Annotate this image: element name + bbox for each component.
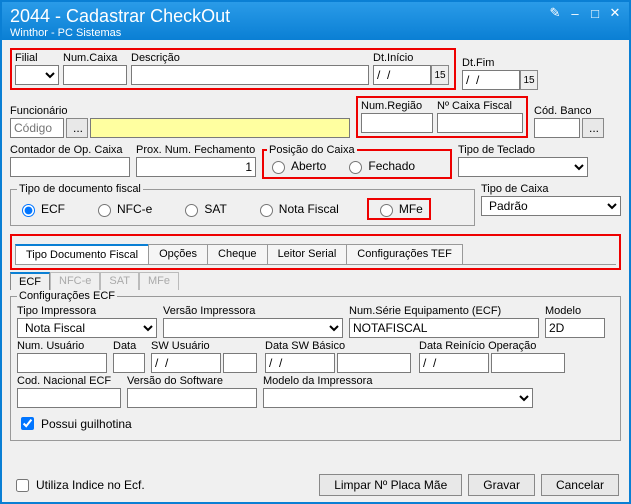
numcaixa-input[interactable]	[63, 65, 127, 85]
window-subtitle: Winthor - PC Sistemas	[10, 27, 621, 39]
codbanco-input[interactable]	[534, 118, 580, 138]
numcaixafiscal-label: Nº Caixa Fiscal	[437, 100, 523, 112]
cancelar-button[interactable]: Cancelar	[541, 474, 619, 496]
filial-select[interactable]	[15, 65, 59, 85]
posicao-fechado-radio[interactable]: Fechado	[344, 158, 415, 174]
tipocaixa-select[interactable]: Padrão	[481, 196, 621, 216]
datareinicio-input[interactable]	[491, 353, 565, 373]
subtab-ecf[interactable]: ECF	[10, 272, 50, 290]
subtab-nfce[interactable]: NFC-e	[50, 272, 100, 290]
numusuario-input[interactable]	[17, 353, 107, 373]
descricao-label: Descrição	[131, 52, 369, 64]
main-tabs: Tipo Documento Fiscal Opções Cheque Leit…	[15, 244, 616, 265]
swusuario-input[interactable]	[223, 353, 257, 373]
modelo-input[interactable]	[545, 318, 605, 338]
funcionario-nome-input	[90, 118, 350, 138]
numserie-label: Num.Série Equipamento (ECF)	[349, 305, 539, 317]
dtfim-input[interactable]	[462, 70, 520, 90]
tab-opcoes[interactable]: Opções	[148, 244, 208, 264]
verimp-label: Versão Impressora	[163, 305, 343, 317]
proxnum-label: Prox. Num. Fechamento	[136, 144, 256, 156]
window-title: 2044 - Cadastrar CheckOut	[10, 6, 621, 27]
gravar-button[interactable]: Gravar	[468, 474, 535, 496]
nfce-radio[interactable]: NFC-e	[93, 201, 152, 217]
tab-configtef[interactable]: Configurações TEF	[346, 244, 463, 264]
verimp-select[interactable]	[163, 318, 343, 338]
limpar-button[interactable]: Limpar Nº Placa Mãe	[319, 474, 462, 496]
tipoimp-label: Tipo Impressora	[17, 305, 157, 317]
codnac-input[interactable]	[17, 388, 121, 408]
tab-tipodocfiscal[interactable]: Tipo Documento Fiscal	[15, 244, 149, 264]
tab-cheque[interactable]: Cheque	[207, 244, 268, 264]
datareinicio-label: Data Reinício Operação	[419, 340, 567, 352]
dataswbasico-input[interactable]	[337, 353, 411, 373]
numcaixa-label: Num.Caixa	[63, 52, 127, 64]
versoft-input[interactable]	[127, 388, 257, 408]
docfiscal-legend: Tipo de documento fiscal	[17, 183, 143, 195]
modimp-select[interactable]	[263, 388, 533, 408]
window: 2044 - Cadastrar CheckOut Winthor - PC S…	[0, 0, 631, 504]
datareinicio-date-input[interactable]	[419, 353, 489, 373]
codbanco-lookup-button[interactable]: ...	[582, 118, 604, 138]
ecf-radio[interactable]: ECF	[17, 201, 65, 217]
codbanco-label: Cód. Banco	[534, 105, 606, 117]
funcionario-codigo-input[interactable]	[10, 118, 64, 138]
numregiao-input[interactable]	[361, 113, 433, 133]
data-input[interactable]	[113, 353, 145, 373]
notafiscal-radio[interactable]: Nota Fiscal	[255, 201, 339, 217]
numserie-input[interactable]	[349, 318, 539, 338]
mfe-radio[interactable]: MFe	[375, 201, 423, 217]
funcionario-lookup-button[interactable]: ...	[66, 118, 88, 138]
tab-leitorserial[interactable]: Leitor Serial	[267, 244, 348, 264]
posicao-aberto-radio[interactable]: Aberto	[267, 158, 326, 174]
edit-icon[interactable]: ✎	[547, 6, 563, 20]
sat-radio[interactable]: SAT	[180, 201, 226, 217]
versoft-label: Versão do Software	[127, 375, 257, 387]
numusuario-label: Num. Usuário	[17, 340, 107, 352]
contador-label: Contador de Op. Caixa	[10, 144, 130, 156]
codnac-label: Cod. Nacional ECF	[17, 375, 121, 387]
modelo-label: Modelo	[545, 305, 605, 317]
tipoimp-select[interactable]: Nota Fiscal	[17, 318, 157, 338]
numregiao-label: Num.Região	[361, 100, 433, 112]
dtinicio-input[interactable]	[373, 65, 431, 85]
dataswbasico-date-input[interactable]	[265, 353, 335, 373]
proxnum-input[interactable]	[136, 157, 256, 177]
tipocaixa-label: Tipo de Caixa	[481, 183, 621, 195]
calendar-icon[interactable]: 15	[431, 65, 449, 85]
calendar-icon[interactable]: 15	[520, 70, 538, 90]
dtfim-label: Dt.Fim	[462, 57, 540, 69]
dataswbasico-label: Data SW Básico	[265, 340, 413, 352]
data-label: Data	[113, 340, 145, 352]
close-icon[interactable]: ✕	[607, 6, 623, 20]
filial-label: Filial	[15, 52, 59, 64]
minimize-icon[interactable]: –	[567, 6, 583, 20]
modimp-label: Modelo da Impressora	[263, 375, 533, 387]
subtab-sat[interactable]: SAT	[100, 272, 139, 290]
sub-tabs: ECF NFC-e SAT MFe	[10, 272, 621, 290]
tipoteclado-label: Tipo de Teclado	[458, 144, 588, 156]
descricao-input[interactable]	[131, 65, 369, 85]
contador-input[interactable]	[10, 157, 130, 177]
ecf-legend: Configurações ECF	[17, 290, 117, 302]
numcaixafiscal-input[interactable]	[437, 113, 523, 133]
subtab-mfe[interactable]: MFe	[139, 272, 179, 290]
posicao-legend: Posição do Caixa	[267, 144, 357, 156]
dtinicio-label: Dt.Início	[373, 52, 451, 64]
swusuario-label: SW Usuário	[151, 340, 259, 352]
tipoteclado-select[interactable]	[458, 157, 588, 177]
maximize-icon[interactable]: □	[587, 6, 603, 20]
guilhotina-checkbox[interactable]: Possui guilhotina	[17, 414, 132, 433]
funcionario-label: Funcionário	[10, 105, 350, 117]
titlebar: 2044 - Cadastrar CheckOut Winthor - PC S…	[2, 2, 629, 40]
swusuario-date-input[interactable]	[151, 353, 221, 373]
utilizaindice-checkbox[interactable]: Utiliza Indice no Ecf.	[12, 476, 145, 495]
